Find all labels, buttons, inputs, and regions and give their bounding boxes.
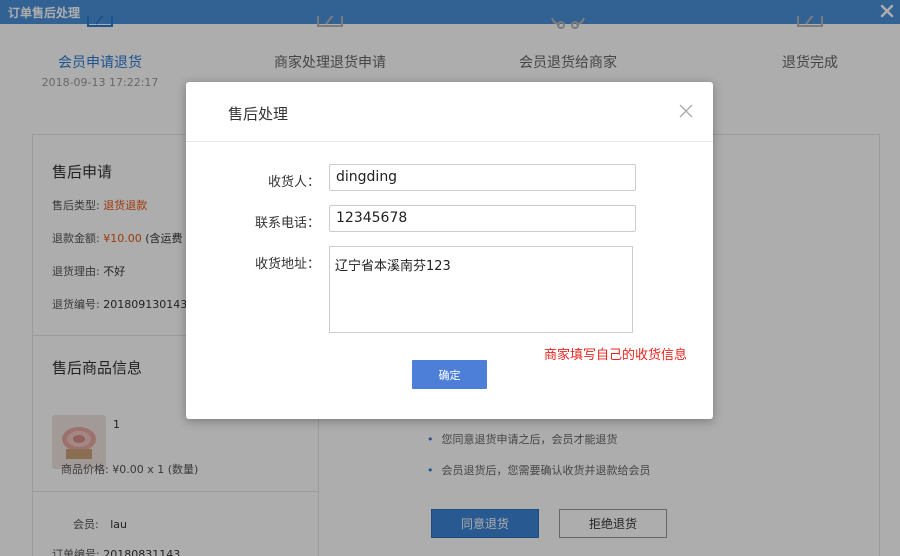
phone-label: 联系电话： [254,216,320,231]
hint-text: 商家填写自己的收货信息 [544,348,688,363]
phone-input[interactable]: 12345678 [329,205,636,232]
modal-title: 售后处理 [228,105,289,123]
receiver-label: 收货人： [267,175,320,190]
modal-header: 售后处理 [186,82,713,142]
address-label: 收货地址： [254,257,320,272]
after-sale-modal: 售后处理 收货人： dingding 联系电话： 12345678 收货地址： … [186,82,713,419]
address-textarea[interactable]: 辽宁省本溪南芬123 [329,246,633,333]
receiver-input[interactable]: dingding [329,164,636,191]
confirm-button[interactable]: 确定 [412,360,487,389]
close-icon[interactable] [677,102,695,120]
